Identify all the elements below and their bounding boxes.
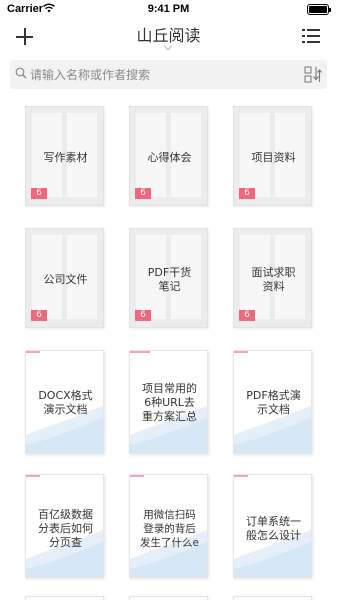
folder-item[interactable]: 写作素材 6 <box>25 106 104 206</box>
document-title: PDF格式演 示文档 <box>246 389 301 416</box>
doc-tab <box>26 351 40 353</box>
count-badge: 6 <box>239 310 255 321</box>
document-item[interactable] <box>25 596 104 600</box>
nav-bar: 山丘阅读 <box>0 20 337 56</box>
folder-title: 面试求职 资料 <box>251 266 296 293</box>
list-menu-icon[interactable] <box>302 28 320 44</box>
document-title: 百亿级数据 分表后如何 分页查 <box>38 508 93 549</box>
document-item[interactable]: 用微信扫码 登录的背后 发生了什么e <box>129 474 208 578</box>
folder-title: PDF干货 笔记 <box>147 266 192 293</box>
status-time: 9:41 PM <box>147 3 190 15</box>
count-badge: 6 <box>31 188 47 199</box>
document-item[interactable]: DOCX格式 演示文档 <box>25 350 104 454</box>
search-bar <box>10 60 327 89</box>
count-badge: 6 <box>31 310 47 321</box>
document-item[interactable]: 项目常用的 6种URL去 重方案汇总 <box>129 350 208 454</box>
folder-title: 写作素材 <box>43 151 88 164</box>
folder-title: 心得体会 <box>147 151 192 164</box>
search-input[interactable] <box>30 60 290 89</box>
document-item[interactable]: PDF格式演 示文档 <box>233 350 312 454</box>
folder-item[interactable]: 项目资料 6 <box>233 106 312 206</box>
folder-title: 项目资料 <box>251 151 296 164</box>
document-item[interactable] <box>233 596 312 600</box>
document-item[interactable]: 百亿级数据 分表后如何 分页查 <box>25 474 104 578</box>
document-title: DOCX格式 演示文档 <box>38 389 93 416</box>
sort-icon[interactable] <box>304 65 322 84</box>
document-title: 用微信扫码 登录的背后 发生了什么e <box>140 509 199 549</box>
folder-title: 公司文件 <box>43 273 88 286</box>
doc-tab <box>234 351 248 353</box>
folder-item[interactable]: PDF干货 笔记 6 <box>129 228 208 328</box>
document-item[interactable] <box>129 596 208 600</box>
doc-tab <box>130 475 144 477</box>
doc-tab <box>26 475 40 477</box>
battery-icon <box>307 4 331 15</box>
document-title: 项目常用的 6种URL去 重方案汇总 <box>142 382 197 423</box>
doc-tab <box>130 351 150 353</box>
count-badge: 6 <box>239 188 255 199</box>
folder-item[interactable]: 面试求职 资料 6 <box>233 228 312 328</box>
doc-tab <box>234 475 248 477</box>
search-icon <box>15 67 27 79</box>
status-bar: Carrier 9:41 PM <box>0 0 337 20</box>
folder-item[interactable]: 心得体会 6 <box>129 106 208 206</box>
document-item[interactable]: 订单系统一 般怎么设计 <box>233 474 312 578</box>
count-badge: 6 <box>135 188 151 199</box>
folder-item[interactable]: 公司文件 6 <box>25 228 104 328</box>
count-badge: 6 <box>135 310 151 321</box>
document-title: 订单系统一 般怎么设计 <box>246 515 301 542</box>
